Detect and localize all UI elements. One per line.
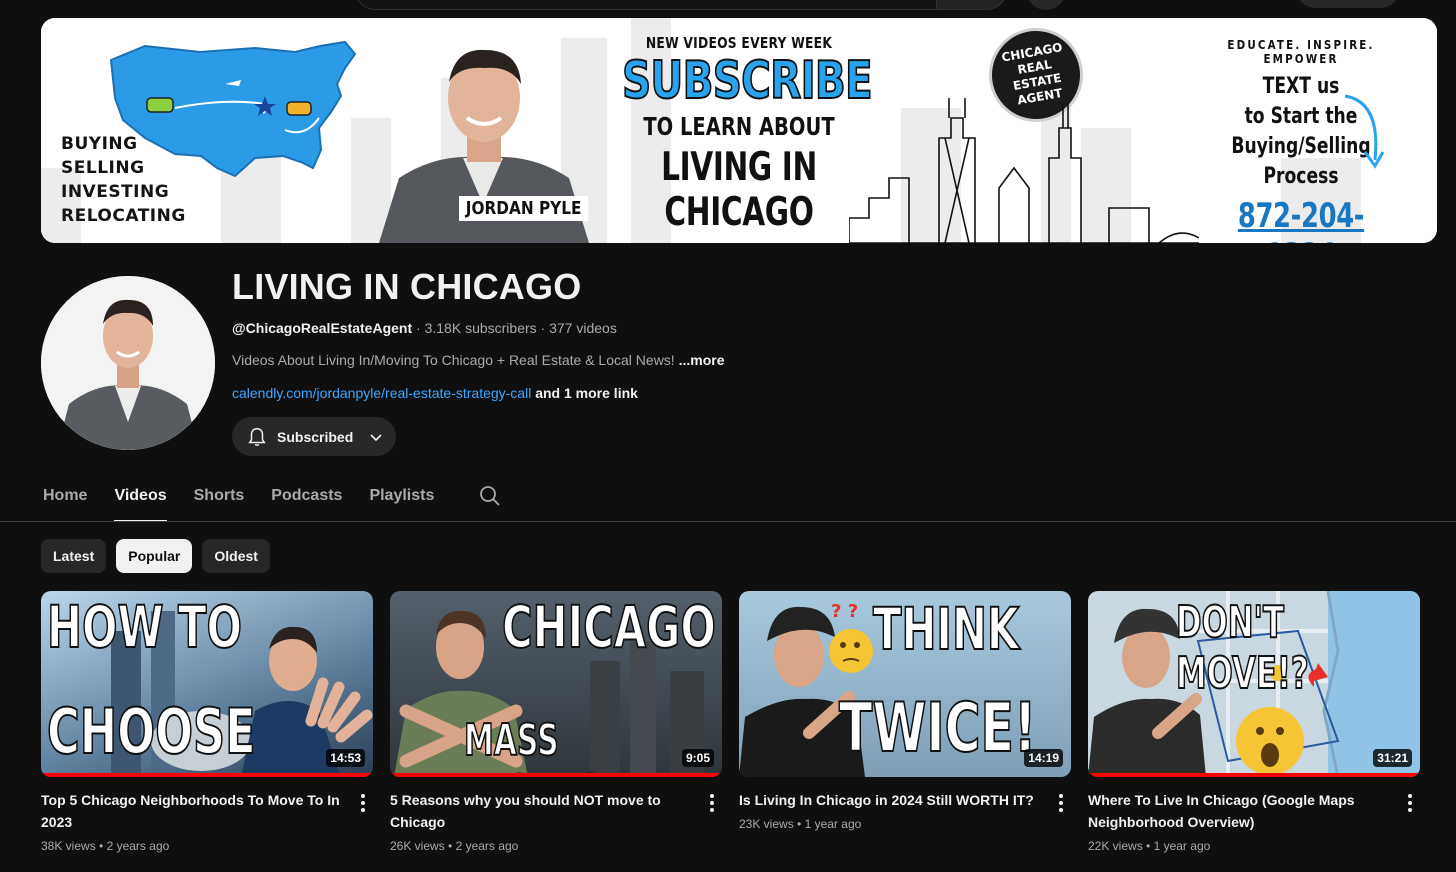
search-box[interactable] <box>355 0 1007 10</box>
tab-videos[interactable]: Videos <box>114 476 167 522</box>
banner-services-list: BUYING SELLING INVESTING RELOCATING <box>61 132 186 228</box>
video-duration: 9:05 <box>681 749 714 767</box>
tab-home[interactable]: Home <box>43 476 87 522</box>
more-actions-icon[interactable] <box>1402 789 1418 819</box>
banner-top-line: NEW VIDEOS EVERY WEEK <box>645 34 833 52</box>
tabs-divider <box>0 521 1456 522</box>
video-title[interactable]: Is Living In Chicago in 2024 Still WORTH… <box>739 789 1039 811</box>
video-card[interactable]: DON'T MOVE!? 31:21 Where To Live In Chic… <box>1088 591 1420 853</box>
curved-arrow-icon <box>1344 94 1385 169</box>
video-card[interactable]: HOW TO CHOOSE 14:53 Top 5 Chicago Neighb… <box>41 591 373 853</box>
video-meta: 22K views • 1 year ago <box>1088 839 1211 853</box>
subscriber-count: 3.18K subscribers <box>424 320 537 336</box>
chevron-down-icon <box>370 433 382 441</box>
thumbnail-caption: HOW TO <box>46 592 243 662</box>
channel-description[interactable]: Videos About Living In/Moving To Chicago… <box>232 352 725 368</box>
account-button[interactable] <box>1296 0 1400 8</box>
meta-separator: · <box>540 320 550 336</box>
channel-meta: @ChicagoRealEstateAgent · 3.18K subscrib… <box>232 320 617 336</box>
bell-icon <box>248 427 266 446</box>
thumbnail-caption: CHOOSE <box>46 694 256 769</box>
service-item: RELOCATING <box>61 206 186 226</box>
thumbnail-caption: THINK <box>872 594 1020 664</box>
video-title[interactable]: 5 Reasons why you should NOT move to Chi… <box>390 789 690 833</box>
video-count: 377 videos <box>549 320 617 336</box>
watch-progress-bar <box>390 773 722 777</box>
banner-subscribe-word: SUBSCRIBE <box>621 51 873 111</box>
channel-external-link[interactable]: calendly.com/jordanpyle/real-estate-stra… <box>232 385 531 401</box>
banner-mid-line: TO LEARN ABOUT <box>643 112 835 141</box>
tab-playlists[interactable]: Playlists <box>369 476 434 522</box>
skyline-line-art <box>849 98 1199 243</box>
thumbnail-caption: CHICAGO <box>501 592 716 662</box>
channel-tabs: Home Videos Shorts Podcasts Playlists <box>43 476 461 522</box>
video-title[interactable]: Top 5 Chicago Neighborhoods To Move To I… <box>41 789 341 833</box>
banner-big-line: LIVING IN CHICAGO <box>661 145 817 235</box>
chip-latest[interactable]: Latest <box>41 539 107 573</box>
video-age: 1 year ago <box>804 817 862 831</box>
description-text: Videos About Living In/Moving To Chicago… <box>232 352 675 368</box>
video-duration: 14:19 <box>1024 749 1063 767</box>
video-thumbnail[interactable]: DON'T MOVE!? 31:21 <box>1088 591 1420 777</box>
banner-center-text: NEW VIDEOS EVERY WEEK SUBSCRIBE TO LEARN… <box>589 32 889 235</box>
avatar-portrait <box>41 276 215 450</box>
watch-progress-bar <box>1088 773 1420 777</box>
video-views: 23K views <box>739 817 794 831</box>
video-views: 22K views <box>1088 839 1143 853</box>
more-actions-icon[interactable] <box>355 789 371 819</box>
masthead-remnant <box>0 0 1456 12</box>
thumbnail-caption: MASS EXODUS <box>463 714 603 777</box>
video-views: 38K views <box>41 839 96 853</box>
description-more-button[interactable]: ...more <box>679 352 725 368</box>
video-card[interactable]: ? ? THINK TWICE! 14:19 Is Living In Chic… <box>739 591 1071 831</box>
thumbnail-caption: TWICE! <box>838 688 1037 769</box>
chip-oldest[interactable]: Oldest <box>202 539 270 573</box>
tab-podcasts[interactable]: Podcasts <box>271 476 342 522</box>
tab-shorts[interactable]: Shorts <box>194 476 245 522</box>
video-title[interactable]: Where To Live In Chicago (Google Maps Ne… <box>1088 789 1388 833</box>
video-thumbnail[interactable]: CHICAGO MASS EXODUS 9:05 <box>390 591 722 777</box>
channel-title: LIVING IN CHICAGO <box>232 266 582 307</box>
search-button[interactable] <box>936 0 1006 10</box>
channel-links: calendly.com/jordanpyle/real-estate-stra… <box>232 385 638 401</box>
more-links-button[interactable]: and 1 more link <box>535 385 638 401</box>
svg-text:? ?: ? ? <box>831 601 858 622</box>
video-meta: 38K views • 2 years ago <box>41 839 170 853</box>
banner-tagline: EDUCATE. INSPIRE. EMPOWER <box>1227 38 1375 66</box>
video-meta: 26K views • 2 years ago <box>390 839 519 853</box>
video-age: 2 years ago <box>106 839 170 853</box>
meta-separator: · <box>416 320 425 336</box>
more-actions-icon[interactable] <box>704 789 720 819</box>
video-thumbnail[interactable]: ? ? THINK TWICE! 14:19 <box>739 591 1071 777</box>
video-duration: 14:53 <box>326 749 365 767</box>
thumbnail-caption: DON'T MOVE!? <box>1175 596 1309 700</box>
voice-search-button[interactable] <box>1026 0 1066 10</box>
channel-banner: BUYING SELLING INVESTING RELOCATING JORD… <box>41 18 1437 243</box>
subscribed-button[interactable]: Subscribed <box>232 417 396 456</box>
video-duration: 31:21 <box>1373 749 1412 767</box>
service-item: BUYING <box>61 134 138 154</box>
service-item: SELLING <box>61 158 145 178</box>
video-thumbnail[interactable]: HOW TO CHOOSE 14:53 <box>41 591 373 777</box>
chip-popular[interactable]: Popular <box>116 539 193 573</box>
channel-handle: @ChicagoRealEstateAgent <box>232 320 413 336</box>
more-actions-icon[interactable] <box>1053 789 1069 819</box>
subscribed-label: Subscribed <box>277 428 354 445</box>
video-views: 26K views <box>390 839 445 853</box>
banner-person-name: JORDAN PYLE <box>459 196 589 221</box>
video-age: 1 year ago <box>1153 839 1211 853</box>
video-card[interactable]: CHICAGO MASS EXODUS 9:05 5 Reasons why y… <box>390 591 722 853</box>
channel-avatar[interactable] <box>41 276 215 450</box>
watch-progress-bar <box>41 773 373 777</box>
sort-chips: Latest Popular Oldest <box>41 539 270 573</box>
service-item: INVESTING <box>61 182 170 202</box>
video-meta: 23K views • 1 year ago <box>739 817 862 831</box>
video-age: 2 years ago <box>455 839 519 853</box>
search-icon[interactable] <box>478 484 502 508</box>
banner-phone-number: 872-204-1334 <box>1237 196 1365 243</box>
